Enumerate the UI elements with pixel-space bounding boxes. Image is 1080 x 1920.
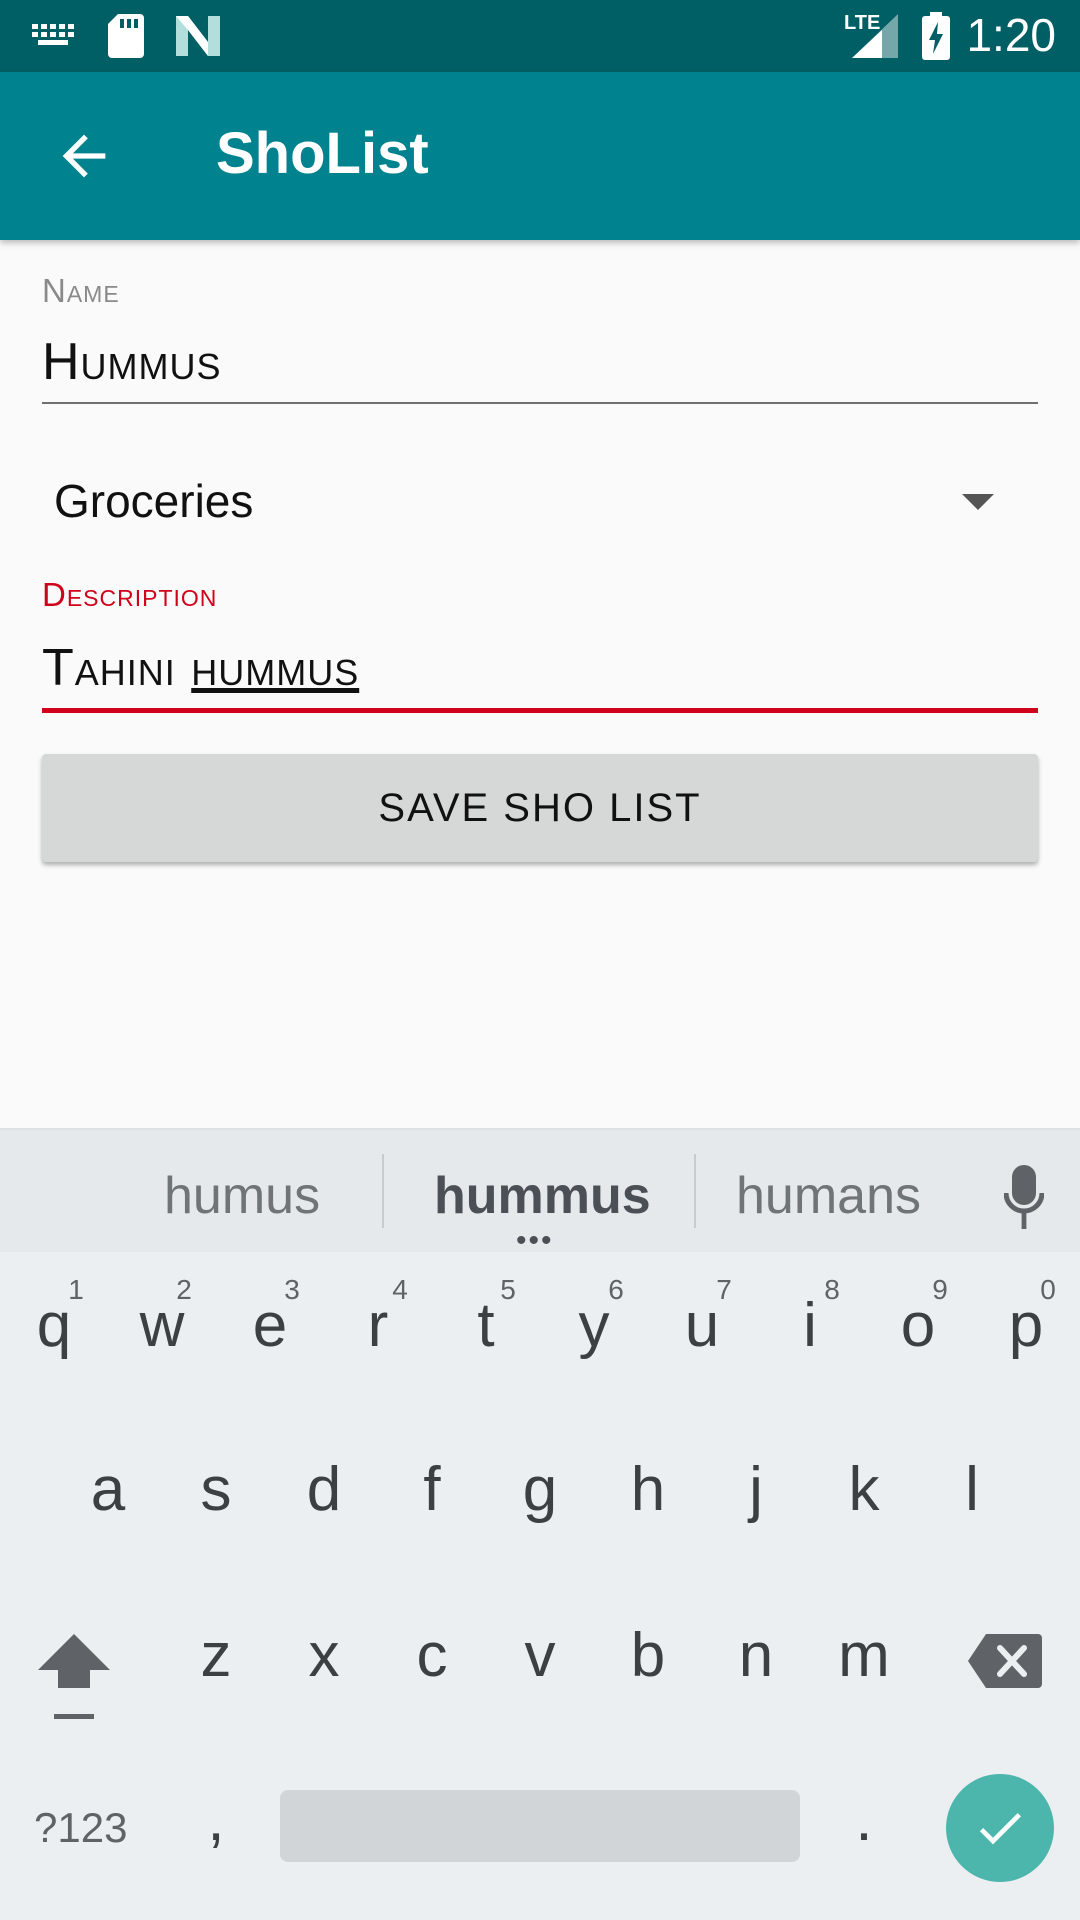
save-button-label: SAVE SHO LIST <box>378 785 702 830</box>
key-n[interactable]: n <box>706 1620 806 1691</box>
suggestion-center[interactable]: hummus <box>434 1166 651 1226</box>
status-bar: LTE 1:20 <box>0 0 1080 72</box>
key-m[interactable]: m <box>814 1620 914 1691</box>
key-hint-q: 1 <box>68 1274 84 1305</box>
name-label: Name <box>42 272 120 309</box>
key-v[interactable]: v <box>490 1620 590 1691</box>
divider <box>382 1154 384 1228</box>
key-h[interactable]: h <box>598 1454 698 1525</box>
key-hint-e: 3 <box>284 1274 300 1305</box>
key-hint-u: 7 <box>716 1274 732 1305</box>
key-hint-t: 5 <box>500 1274 516 1305</box>
key-k[interactable]: k <box>814 1454 914 1525</box>
key-hint-r: 4 <box>392 1274 408 1305</box>
key-b[interactable]: b <box>598 1620 698 1691</box>
key-d[interactable]: d <box>274 1454 374 1525</box>
key-j[interactable]: j <box>706 1454 806 1525</box>
key-hint-y: 6 <box>608 1274 624 1305</box>
n-logo-icon <box>176 16 220 56</box>
app-bar: ShoList <box>0 72 1080 240</box>
key-s[interactable]: s <box>166 1454 266 1525</box>
backspace-icon[interactable] <box>968 1634 1042 1688</box>
enter-key[interactable] <box>946 1774 1054 1882</box>
category-spinner[interactable]: Groceries <box>54 474 253 528</box>
comma-key[interactable]: , <box>166 1784 266 1855</box>
keyboard-icon <box>32 24 74 45</box>
key-hint-i: 8 <box>824 1274 840 1305</box>
period-key[interactable]: . <box>814 1784 914 1855</box>
clock: 1:20 <box>966 9 1056 61</box>
suggestion-right[interactable]: humans <box>736 1166 921 1226</box>
space-key[interactable] <box>280 1790 800 1862</box>
key-l[interactable]: l <box>922 1454 1022 1525</box>
suggestion-strip: humus hummus ••• humans <box>0 1128 1080 1257</box>
description-label: Description <box>42 576 218 613</box>
key-g[interactable]: g <box>490 1454 590 1525</box>
name-underline <box>42 402 1038 404</box>
key-f[interactable]: f <box>382 1454 482 1525</box>
divider <box>694 1154 696 1228</box>
key-hint-o: 9 <box>932 1274 948 1305</box>
key-hint-w: 2 <box>176 1274 192 1305</box>
suggestion-left[interactable]: humus <box>164 1166 320 1226</box>
description-text: Tahini <box>42 639 192 697</box>
chevron-down-icon[interactable] <box>962 494 994 510</box>
more-suggestions-icon: ••• <box>516 1224 554 1257</box>
arrow-back-icon[interactable] <box>52 124 116 188</box>
description-field[interactable]: Tahini hummus <box>42 638 359 698</box>
lte-signal-icon <box>852 14 898 58</box>
key-x[interactable]: x <box>274 1620 374 1691</box>
checkmark-icon <box>979 1813 1021 1845</box>
microphone-icon[interactable] <box>1004 1164 1044 1230</box>
shift-icon[interactable] <box>38 1632 110 1722</box>
name-field[interactable]: Hummus <box>42 332 222 392</box>
key-c[interactable]: c <box>382 1620 482 1691</box>
save-button[interactable]: SAVE SHO LIST <box>42 754 1038 862</box>
key-hint-p: 0 <box>1040 1274 1056 1305</box>
sd-card-icon <box>108 14 144 58</box>
battery-charging-icon <box>922 12 950 60</box>
key-z[interactable]: z <box>166 1620 266 1691</box>
description-underline <box>42 708 1038 713</box>
symbols-key[interactable]: ?123 <box>34 1804 127 1852</box>
page-title: ShoList <box>216 121 429 186</box>
key-a[interactable]: a <box>58 1454 158 1525</box>
composing-text: hummus <box>191 639 360 697</box>
